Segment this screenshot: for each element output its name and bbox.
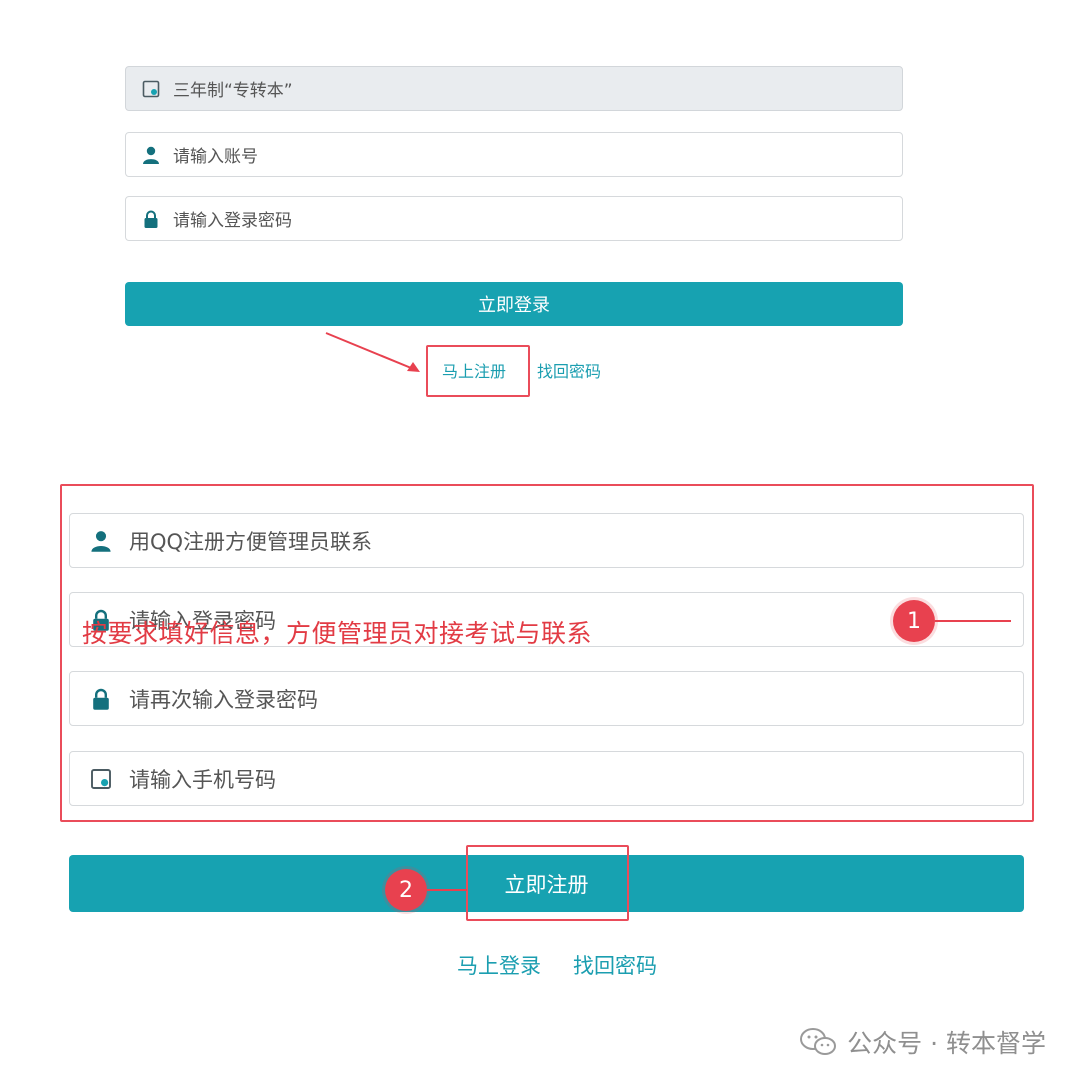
register-link[interactable]: 马上注册 [442,358,506,382]
school-type-value: 三年制“专转本” [173,81,293,101]
badge-1-connector [935,620,1011,622]
confirm-password-placeholder: 请再次输入登录密码 [129,687,318,712]
account-input[interactable]: 请输入账号 [125,132,903,177]
confirm-password-input[interactable]: 请再次输入登录密码 [69,671,1024,726]
school-type-field[interactable]: 三年制“专转本” [125,66,903,111]
watermark: 公众号 · 转本督学 [799,1024,1046,1060]
instruction-note: 按要求填好信息，方便管理员对接考试与联系 [82,619,593,648]
forgot-password-link[interactable]: 找回密码 [537,358,601,382]
qq-input[interactable]: 用QQ注册方便管理员联系 [69,513,1024,568]
user-icon [141,145,161,165]
phone-placeholder: 请输入手机号码 [129,767,276,792]
wechat-icon [800,1028,837,1055]
id-card-icon [141,79,161,99]
step-badge-2: 2 [385,869,427,911]
register-button-highlight [466,845,629,921]
lock-icon [141,209,161,229]
phone-input[interactable]: 请输入手机号码 [69,751,1024,806]
account-placeholder: 请输入账号 [173,147,258,167]
password-placeholder: 请输入登录密码 [173,211,292,231]
user-icon [89,529,113,553]
qq-placeholder: 用QQ注册方便管理员联系 [129,529,373,554]
arrow-annotation-icon [325,332,420,372]
step-badge-1: 1 [893,600,935,642]
login-link[interactable]: 马上登录 [457,950,541,980]
lock-icon [89,687,113,711]
id-card-icon [89,767,113,791]
login-button[interactable]: 立即登录 [125,282,903,326]
watermark-text: 公众号 · 转本督学 [847,1029,1046,1058]
password-input[interactable]: 请输入登录密码 [125,196,903,241]
forgot-password-link[interactable]: 找回密码 [573,950,657,980]
badge-2-connector [427,889,467,891]
